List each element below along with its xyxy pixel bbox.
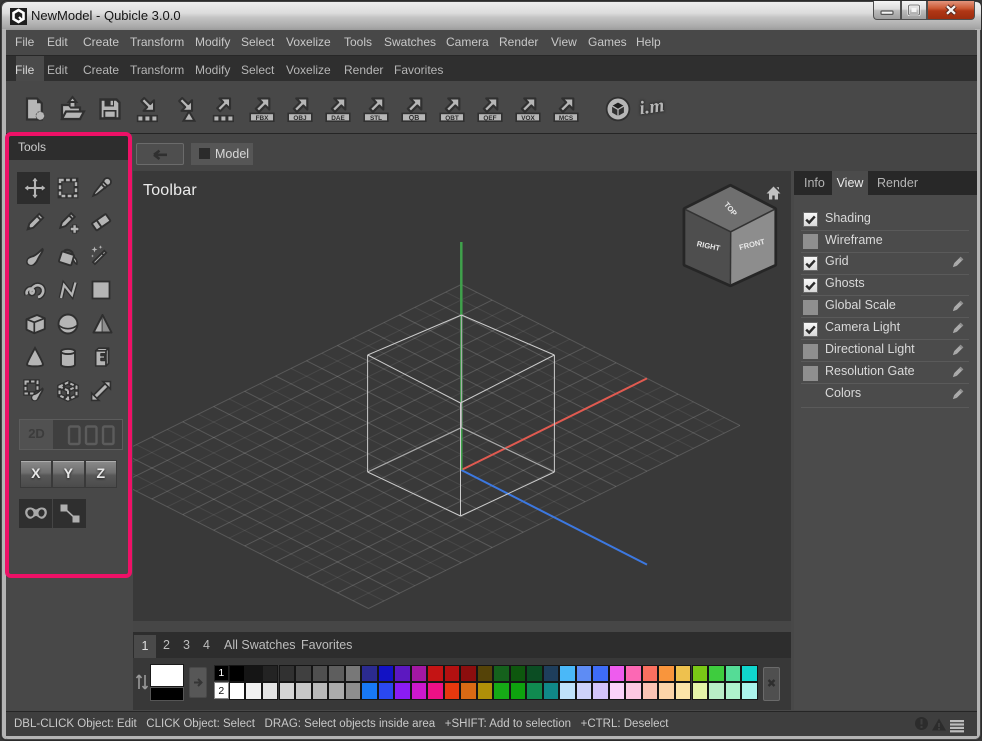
svg-text:DAE: DAE <box>331 115 345 122</box>
svg-text:OBJ: OBJ <box>293 115 307 122</box>
svg-text:STL: STL <box>370 115 382 122</box>
svg-text:MCS: MCS <box>558 115 573 122</box>
svg-text:QBT: QBT <box>445 115 459 122</box>
svg-text:QEF: QEF <box>483 115 496 122</box>
svg-text:VOX: VOX <box>521 115 535 122</box>
svg-text:FBX: FBX <box>256 115 270 122</box>
svg-text:QB: QB <box>409 115 420 122</box>
